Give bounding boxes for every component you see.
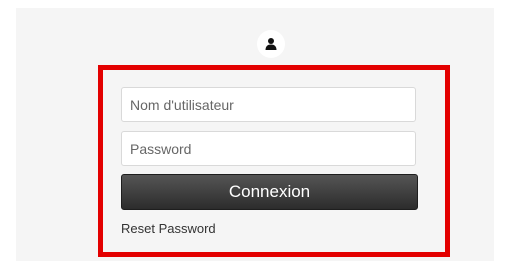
avatar — [257, 30, 285, 58]
password-input[interactable] — [121, 131, 416, 166]
login-button[interactable]: Connexion — [121, 174, 418, 210]
user-icon — [264, 37, 278, 51]
username-input[interactable] — [121, 87, 416, 122]
reset-password-link[interactable]: Reset Password — [121, 221, 216, 236]
